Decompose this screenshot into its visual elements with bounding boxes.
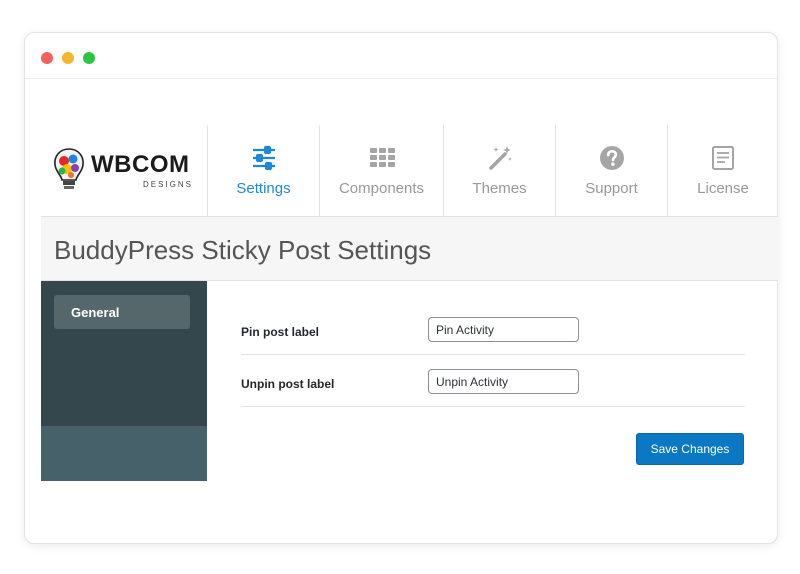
window-close-button[interactable]: [41, 52, 53, 64]
page-title-bar: BuddyPress Sticky Post Settings: [41, 217, 778, 281]
wbcom-logo: WBCOM DESIGNS: [41, 125, 207, 217]
document-icon: [712, 146, 734, 170]
unpin-post-label: Unpin post label: [241, 377, 335, 391]
tab-settings[interactable]: Settings: [207, 125, 319, 217]
unpin-post-label-input[interactable]: [428, 369, 579, 394]
window-maximize-button[interactable]: [83, 52, 95, 64]
grid-icon: [369, 148, 395, 167]
question-circle-icon: [599, 146, 624, 170]
tab-license-label: License: [697, 180, 749, 197]
sidebar-footer: [41, 426, 207, 481]
save-changes-button[interactable]: Save Changes: [636, 433, 744, 465]
magic-wand-icon: [488, 146, 512, 170]
logo-wordmark: WBCOM: [91, 151, 190, 178]
lightbulb-logo-icon: [54, 148, 84, 189]
pin-post-label-input[interactable]: [428, 317, 579, 342]
tab-license[interactable]: License: [667, 125, 778, 217]
plugin-header: WBCOM DESIGNS Settings Components Themes…: [41, 125, 778, 217]
tab-components[interactable]: Components: [319, 125, 443, 217]
sliders-icon: [252, 145, 275, 171]
window-titlebar: [25, 33, 777, 79]
tab-settings-label: Settings: [236, 180, 291, 197]
logo-subtitle: DESIGNS: [143, 180, 194, 189]
sidebar-item-general[interactable]: General: [54, 295, 190, 329]
tab-themes[interactable]: Themes: [443, 125, 555, 217]
page-title: BuddyPress Sticky Post Settings: [54, 235, 432, 265]
tab-support-label: Support: [585, 180, 638, 197]
sidebar-item-label: General: [71, 305, 120, 320]
tab-components-label: Components: [338, 180, 425, 197]
browser-window: WBCOM DESIGNS Settings Components Themes…: [24, 32, 778, 544]
tab-support[interactable]: Support: [555, 125, 667, 217]
pin-post-label: Pin post label: [241, 325, 320, 339]
settings-sidebar: General: [41, 281, 207, 481]
form-row-unpin-label: Unpin post label: [241, 355, 745, 407]
window-minimize-button[interactable]: [62, 52, 74, 64]
tab-themes-label: Themes: [472, 180, 527, 197]
form-row-pin-label: Pin post label: [241, 303, 745, 355]
